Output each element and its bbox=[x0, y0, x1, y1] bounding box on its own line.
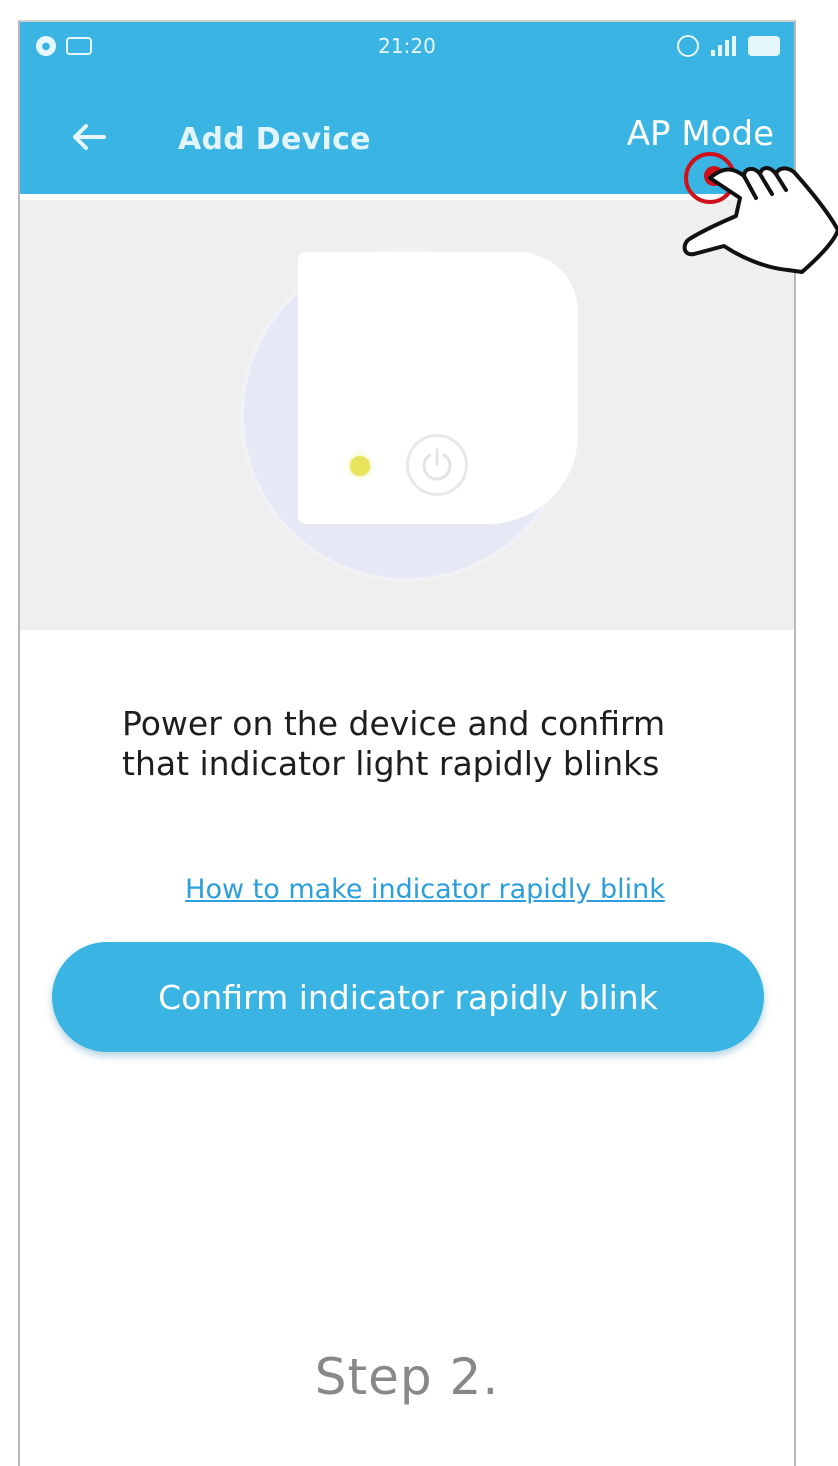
tap-pointer-hand-icon bbox=[682, 152, 838, 274]
app-bar: ● 21:20 Add Device AP Mode bbox=[20, 22, 794, 194]
instruction-line-1: Power on the device and confirm bbox=[122, 704, 666, 743]
confirm-button[interactable]: Confirm indicator rapidly blink bbox=[52, 942, 764, 1052]
step-label: Step 2. bbox=[314, 1348, 500, 1406]
toolbar: Add Device AP Mode bbox=[20, 104, 794, 174]
status-bar: ● 21:20 bbox=[20, 22, 794, 74]
device-illustration bbox=[20, 200, 794, 630]
wifi-icon bbox=[677, 35, 699, 57]
arrow-left-icon bbox=[73, 124, 106, 150]
battery-icon bbox=[748, 36, 780, 56]
help-link[interactable]: How to make indicator rapidly blink bbox=[20, 874, 794, 905]
power-icon bbox=[406, 434, 468, 496]
signal-icon bbox=[711, 36, 736, 56]
phone-screen: ● 21:20 Add Device AP Mode Power on the … bbox=[18, 20, 796, 1466]
instruction-text: Power on the device and confirm that ind… bbox=[122, 704, 742, 784]
instruction-line-2: that indicator light rapidly blinks bbox=[122, 744, 660, 783]
back-button[interactable] bbox=[64, 114, 114, 160]
page-title: Add Device bbox=[178, 122, 371, 157]
indicator-light bbox=[350, 456, 370, 476]
